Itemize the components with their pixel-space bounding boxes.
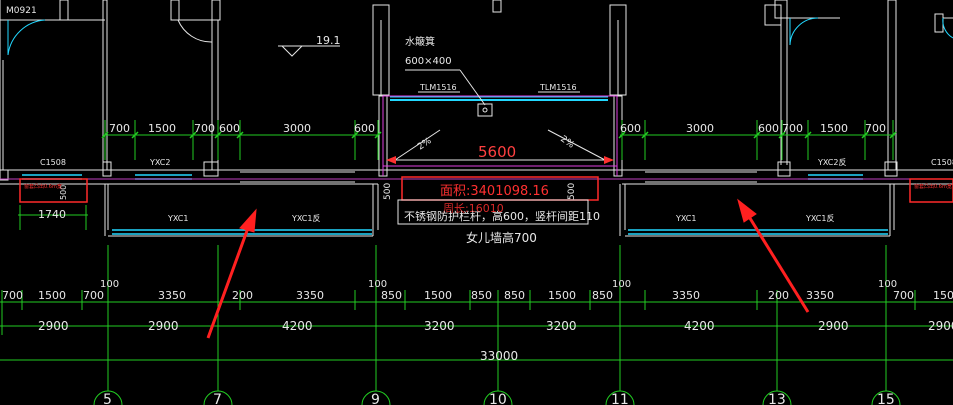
dim-text: 600 xyxy=(219,122,240,135)
dim-text: 850 xyxy=(471,289,492,302)
funnel-leader xyxy=(405,69,493,117)
water-size: 600×400 xyxy=(405,56,452,67)
span-5600: 5600 xyxy=(478,143,516,161)
dim-text: 200 xyxy=(232,289,253,302)
dim-text: 3350 xyxy=(672,289,700,302)
axis-label: 10 xyxy=(489,392,507,405)
parapet-note: 女儿墙高700 xyxy=(466,230,537,245)
cad-drawing-canvas[interactable]: M0921 19.1 水簸箕 600×400 TLM1516 TLM1516 C… xyxy=(0,0,953,405)
dim-text: 3350 xyxy=(158,289,186,302)
dim-text: 700 xyxy=(782,122,803,135)
vdim-500-left: 500 xyxy=(383,183,393,200)
dimension-lines xyxy=(0,120,953,395)
tlm-left: TLM1516 xyxy=(419,83,457,92)
dim-text: 3350 xyxy=(806,289,834,302)
door-tag: M0921 xyxy=(6,6,37,16)
small-red-note-left: 窗套凸出0.6m宽 xyxy=(24,183,62,190)
dim-text: 200 xyxy=(768,289,789,302)
dim-text: 1500 xyxy=(548,289,576,302)
yxc1-a-mirror: YXC1反 xyxy=(291,213,320,223)
axis-label: 11 xyxy=(611,392,629,405)
dim-text: 700 xyxy=(109,122,130,135)
area-text: 面积:3401098.16 xyxy=(440,184,549,199)
dim-text: 4200 xyxy=(684,319,715,333)
yxc2-label: YXC2 xyxy=(149,158,170,167)
dim-100: 100 xyxy=(612,279,631,290)
shaft-outline xyxy=(382,95,618,176)
dim-text: 700 xyxy=(865,122,886,135)
axis-label: 9 xyxy=(371,392,380,405)
dim-text: 1500 xyxy=(820,122,848,135)
dim-text: 3200 xyxy=(546,319,577,333)
dim-text: 600 xyxy=(758,122,779,135)
dim-1740: 1740 xyxy=(38,208,66,221)
dim-text: 700 xyxy=(2,289,23,302)
dim-text: 700 xyxy=(83,289,104,302)
yxc1-b-mirror: YXC1反 xyxy=(805,213,834,223)
yxc1-a: YXC1 xyxy=(167,214,188,223)
axis-numbers: 5 7 9 10 11 13 15 xyxy=(103,392,895,405)
axis-label: 13 xyxy=(768,392,786,405)
dim-text: 700 xyxy=(893,289,914,302)
dim-text: 3000 xyxy=(283,122,311,135)
vdim-500-mid: 500 xyxy=(567,183,577,200)
dim-total: 33000 xyxy=(480,349,518,363)
window-c1508-right: C1508 xyxy=(931,158,953,167)
dim-text: 600 xyxy=(354,122,375,135)
small-red-note-right: 窗套凸出0.6m宽 xyxy=(914,183,952,190)
dim-text: 850 xyxy=(504,289,525,302)
window-c1508: C1508 xyxy=(40,158,66,167)
dim-text: 1500 xyxy=(933,289,953,302)
dim-text: 2900 xyxy=(928,319,953,333)
rail-note: 不锈钢防护栏杆，高600，竖杆间距110 xyxy=(404,209,600,223)
row1-dims: 700 1500 700 3350 200 3350 850 1500 850 … xyxy=(2,289,953,302)
yxc1-b: YXC1 xyxy=(675,214,696,223)
dim-text: 2900 xyxy=(818,319,849,333)
dim-text: 850 xyxy=(381,289,402,302)
level-mark: 19.1 xyxy=(316,34,341,47)
dim-text: 3350 xyxy=(296,289,324,302)
axis-label: 7 xyxy=(213,392,222,405)
dim-text: 3200 xyxy=(424,319,455,333)
dim-text: 1500 xyxy=(38,289,66,302)
dim-text: 4200 xyxy=(282,319,313,333)
slope-left: 2% xyxy=(416,136,434,153)
dim-text: 2900 xyxy=(38,319,69,333)
door-swing-icon xyxy=(7,17,953,56)
axis-label: 15 xyxy=(877,392,895,405)
dim-text: 3000 xyxy=(686,122,714,135)
yxc2-mirror-label: YXC2反 xyxy=(817,157,846,167)
water-label: 水簸箕 xyxy=(405,35,435,48)
dim-text: 1500 xyxy=(424,289,452,302)
dim-text: 1500 xyxy=(148,122,176,135)
level-mark-icon xyxy=(278,45,340,57)
top-dim-texts: 700 1500 700 600 3000 600 600 3000 600 7… xyxy=(109,122,886,135)
dim-text: 700 xyxy=(194,122,215,135)
tlm-right: TLM1516 xyxy=(539,83,577,92)
dim-text: 850 xyxy=(592,289,613,302)
axis-label: 5 xyxy=(103,392,112,405)
dim-text: 600 xyxy=(620,122,641,135)
dim-text: 2900 xyxy=(148,319,179,333)
